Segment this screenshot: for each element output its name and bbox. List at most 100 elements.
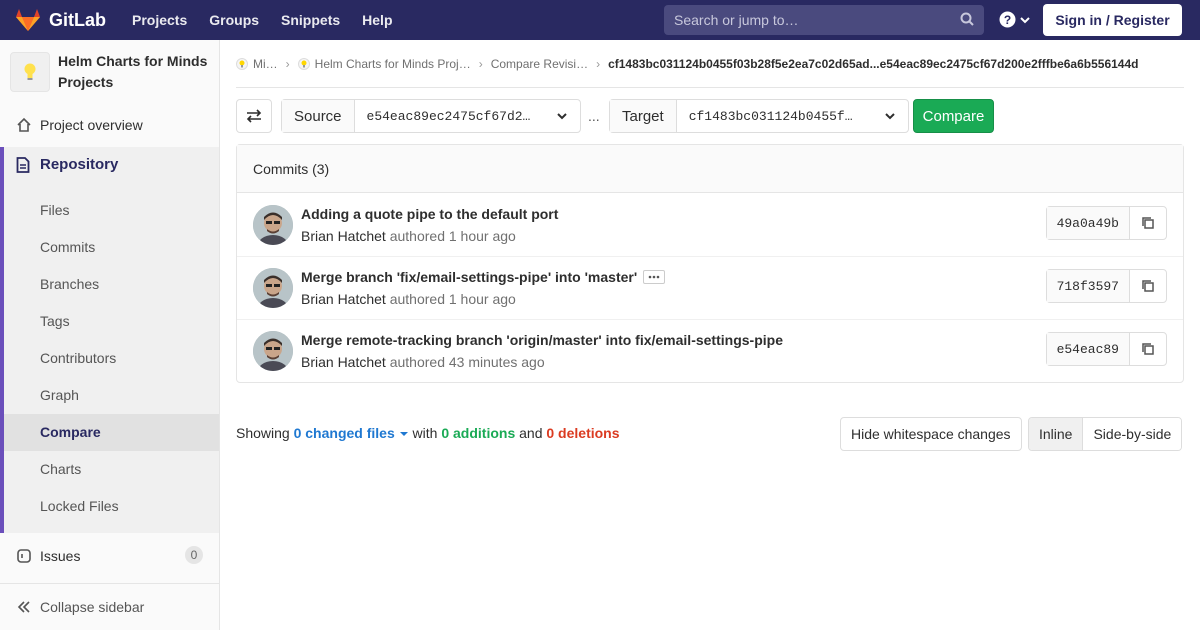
source-label: Source — [282, 100, 355, 132]
compare-button[interactable]: Compare — [913, 99, 994, 133]
commits-list: Commits (3) Adding a quote pipe to the d… — [236, 144, 1184, 383]
sidebar: Helm Charts for Minds Projects Project o… — [0, 40, 220, 630]
deletions-count: 0 deletions — [546, 425, 620, 441]
sidebar-item-compare[interactable]: Compare — [40, 424, 101, 440]
copy-sha-button[interactable] — [1130, 333, 1166, 365]
commit-sha[interactable]: 49a0a49b — [1046, 207, 1130, 239]
changed-files-text: 0 changed files — [293, 425, 395, 441]
diff-summary: Showing 0 changed files with 0 additions… — [236, 425, 620, 441]
revision-separator: ... — [588, 108, 600, 124]
sidebar-item-files[interactable]: Files — [40, 202, 70, 218]
signin-register-button[interactable]: Sign in / Register — [1043, 4, 1182, 36]
nav-projects[interactable]: Projects — [132, 12, 187, 28]
sidebar-item-tags[interactable]: Tags — [40, 313, 70, 329]
person-photo-icon — [253, 205, 293, 245]
commit-meta: Brian Hatchet authored 43 minutes ago — [301, 354, 545, 370]
author-avatar[interactable] — [253, 205, 293, 245]
sidebar-item-label: Project overview — [40, 116, 143, 133]
commit-title[interactable]: Merge remote-tracking branch 'origin/mas… — [301, 332, 783, 348]
copy-icon — [1142, 343, 1154, 355]
nav-help[interactable]: Help — [362, 12, 392, 28]
breadcrumb-compare[interactable]: Compare Revisi… — [491, 57, 588, 71]
commit-time: authored 43 minutes ago — [389, 354, 545, 370]
chevron-right-icon: › — [478, 56, 483, 71]
copy-sha-button[interactable] — [1130, 270, 1166, 302]
source-value: e54eac89ec2475cf67d2… — [366, 108, 531, 124]
target-label: Target — [610, 100, 677, 132]
project-mini-avatar — [297, 57, 310, 70]
sidebar-item-issues[interactable]: Issues 0 — [0, 537, 219, 574]
lightbulb-icon — [239, 60, 245, 67]
commit-title: Merge branch 'fix/email-settings-pipe' i… — [301, 269, 666, 285]
brand-name: GitLab — [49, 9, 106, 30]
collapse-label: Collapse sidebar — [40, 599, 145, 615]
double-chevron-left-icon — [17, 601, 30, 613]
lightbulb-icon — [301, 60, 307, 67]
author-avatar[interactable] — [253, 268, 293, 308]
swap-revisions-button[interactable] — [236, 99, 272, 133]
with-text: with — [412, 425, 438, 441]
target-revision-dropdown[interactable]: cf1483bc031124b0455f… — [677, 100, 908, 132]
sidebar-item-graph[interactable]: Graph — [40, 387, 79, 403]
commit-sha[interactable]: 718f3597 — [1046, 270, 1130, 302]
issues-count-badge: 0 — [185, 546, 203, 564]
project-header[interactable]: Helm Charts for Minds Projects — [0, 40, 219, 104]
help-dropdown[interactable]: ? — [999, 11, 1031, 28]
sidebar-item-locked-files[interactable]: Locked Files — [40, 498, 119, 514]
sidebar-item-project-overview[interactable]: Project overview — [0, 106, 219, 143]
gitlab-logo[interactable]: GitLab — [15, 8, 106, 32]
sidebar-item-repository[interactable]: Repository — [16, 156, 118, 173]
copy-icon — [1142, 217, 1154, 229]
collapse-sidebar-button[interactable]: Collapse sidebar — [0, 583, 219, 630]
commit-title[interactable]: Adding a quote pipe to the default port — [301, 206, 558, 222]
person-photo-icon — [253, 268, 293, 308]
showing-text: Showing — [236, 425, 290, 441]
expand-description-button[interactable] — [643, 270, 666, 285]
commit-sha-group: e54eac89 — [1045, 332, 1167, 366]
project-avatar — [10, 52, 50, 92]
lightbulb-icon — [24, 63, 36, 80]
breadcrumb: Mi… › Helm Charts for Minds Proj… › Comp… — [236, 40, 1184, 88]
author-avatar[interactable] — [253, 331, 293, 371]
inline-view-button[interactable]: Inline — [1029, 418, 1084, 450]
commit-author[interactable]: Brian Hatchet — [301, 291, 386, 307]
main-content: Mi… › Helm Charts for Minds Proj… › Comp… — [220, 40, 1200, 630]
additions-count: 0 additions — [441, 425, 516, 441]
side-by-side-view-button[interactable]: Side-by-side — [1083, 418, 1182, 450]
tanuki-icon — [16, 9, 40, 31]
document-icon — [16, 156, 30, 173]
search-input[interactable]: Search or jump to… — [664, 5, 984, 35]
hide-whitespace-button[interactable]: Hide whitespace changes — [840, 417, 1022, 451]
changed-files-dropdown[interactable]: 0 changed files — [294, 425, 409, 441]
breadcrumb-current[interactable]: cf1483bc031124b0455f03b28f5e2ea7c02d65ad… — [608, 57, 1138, 71]
nav-snippets[interactable]: Snippets — [281, 12, 340, 28]
sidebar-item-commits[interactable]: Commits — [40, 239, 95, 255]
commit-author[interactable]: Brian Hatchet — [301, 354, 386, 370]
sidebar-item-charts[interactable]: Charts — [40, 461, 81, 477]
breadcrumb-project[interactable]: Helm Charts for Minds Proj… — [297, 56, 471, 71]
commit-meta: Brian Hatchet authored 1 hour ago — [301, 291, 516, 307]
issues-icon — [17, 549, 31, 563]
commit-sha[interactable]: e54eac89 — [1046, 333, 1130, 365]
ellipsis-icon — [648, 275, 660, 279]
commit-title-text[interactable]: Merge branch 'fix/email-settings-pipe' i… — [301, 269, 637, 285]
copy-sha-button[interactable] — [1130, 207, 1166, 239]
source-revision-dropdown[interactable]: e54eac89ec2475cf67d2… — [355, 100, 580, 132]
chevron-down-icon — [557, 113, 567, 120]
breadcrumb-label: Helm Charts for Minds Proj… — [314, 56, 471, 71]
copy-icon — [1142, 280, 1154, 292]
caret-down-icon — [399, 432, 408, 436]
nav-groups[interactable]: Groups — [209, 12, 259, 28]
active-item-highlight — [4, 414, 219, 451]
commit-sha-group: 49a0a49b — [1045, 206, 1167, 240]
commit-row: Adding a quote pipe to the default port … — [237, 194, 1183, 257]
sidebar-item-branches[interactable]: Branches — [40, 276, 99, 292]
chevron-right-icon: › — [285, 56, 290, 71]
sidebar-item-contributors[interactable]: Contributors — [40, 350, 116, 366]
repository-section: Repository Files Commits Branches Tags C… — [0, 147, 219, 533]
commit-row: Merge branch 'fix/email-settings-pipe' i… — [237, 257, 1183, 320]
commit-row: Merge remote-tracking branch 'origin/mas… — [237, 320, 1183, 383]
breadcrumb-namespace[interactable]: Mi… — [236, 57, 278, 71]
commits-header: Commits (3) — [237, 145, 1183, 193]
commit-author[interactable]: Brian Hatchet — [301, 228, 386, 244]
